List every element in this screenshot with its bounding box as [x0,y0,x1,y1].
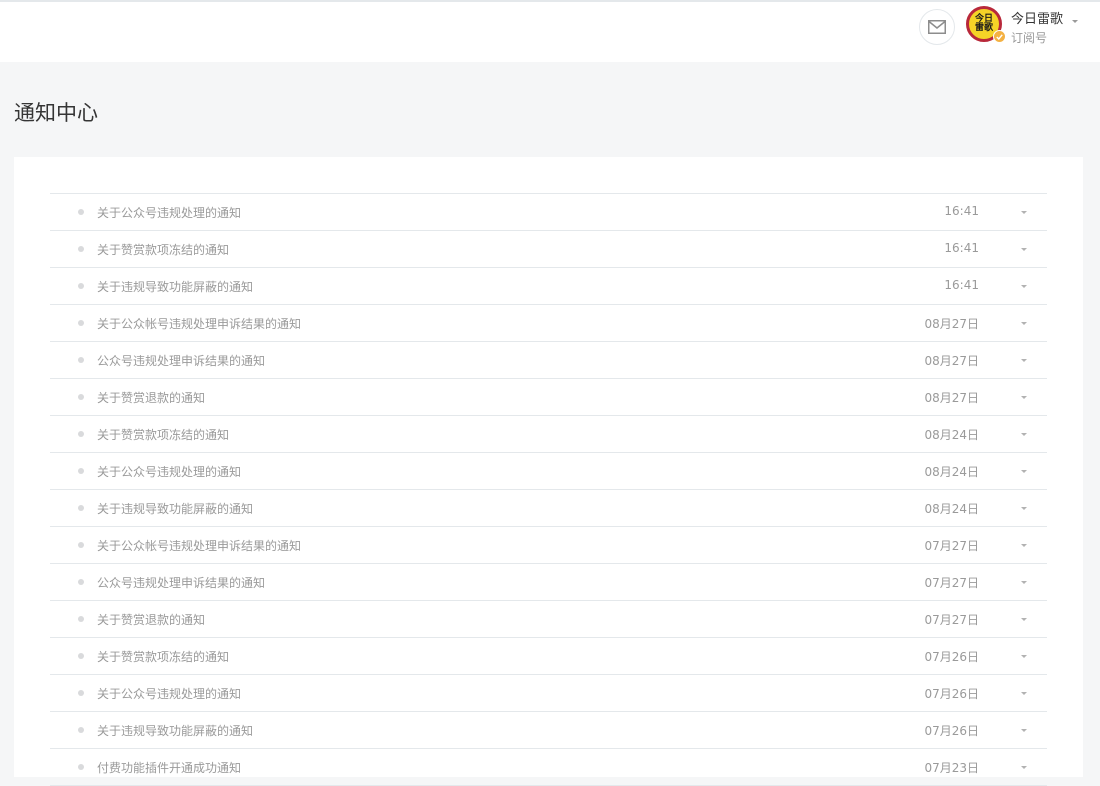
chevron-down-icon[interactable] [1021,285,1027,288]
notification-title[interactable]: 公众号违规处理申诉结果的通知 [97,352,265,369]
notification-title[interactable]: 关于违规导致功能屏蔽的通知 [97,722,253,739]
notification-title[interactable]: 公众号违规处理申诉结果的通知 [97,574,265,591]
notification-time: 07月27日 [924,576,979,590]
bullet-dot-icon [78,394,84,400]
chevron-down-icon[interactable] [1021,581,1027,584]
notification-time: 07月23日 [924,761,979,775]
notification-time: 08月27日 [924,354,979,368]
notification-row[interactable]: 关于赞赏款项冻结的通知 08月24日 [50,416,1047,453]
notification-row[interactable]: 关于公众帐号违规处理申诉结果的通知 08月27日 [50,305,1047,342]
notification-panel: 关于公众号违规处理的通知 16:41 关于赞赏款项冻结的通知 16:41 关于违规导致功… [14,157,1083,786]
notification-row[interactable]: 关于违规导致功能屏蔽的通知 16:41 [50,268,1047,305]
chevron-down-icon[interactable] [1021,470,1027,473]
notification-row[interactable]: 关于赞赏退款的通知 07月27日 [50,601,1047,638]
notification-row[interactable]: 关于公众号违规处理的通知 08月24日 [50,453,1047,490]
envelope-icon [928,20,946,34]
bullet-dot-icon [78,653,84,659]
notification-title[interactable]: 关于赞赏退款的通知 [97,389,205,406]
mail-button[interactable] [919,9,955,45]
notification-title[interactable]: 付费功能插件开通成功通知 [97,759,241,776]
notification-title[interactable]: 关于公众号违规处理的通知 [97,204,241,221]
notification-time: 08月24日 [924,502,979,516]
account-type: 订阅号 [1011,31,1048,45]
notification-time: 08月27日 [924,317,979,331]
chevron-down-icon[interactable] [1021,692,1027,695]
notification-row[interactable]: 关于赞赏退款的通知 08月27日 [50,379,1047,416]
chevron-down-icon[interactable] [1021,618,1027,621]
notification-time: 16:41 [944,241,979,255]
chevron-down-icon[interactable] [1021,396,1027,399]
bullet-dot-icon [78,579,84,585]
chevron-down-icon[interactable] [1021,433,1027,436]
top-bar: 今日雷歌 今日雷歌 订阅号 [0,0,1100,62]
notification-row[interactable]: 关于公众号违规处理的通知 16:41 [50,194,1047,231]
check-badge-icon [993,30,1006,43]
chevron-down-icon[interactable] [1021,544,1027,547]
notification-time: 07月26日 [924,724,979,738]
notification-row[interactable]: 关于赞赏款项冻结的通知 16:41 [50,231,1047,268]
notification-title[interactable]: 关于公众帐号违规处理申诉结果的通知 [97,315,301,332]
notification-row[interactable]: 关于赞赏款项冻结的通知 07月26日 [50,638,1047,675]
notification-title[interactable]: 关于赞赏款项冻结的通知 [97,426,229,443]
notification-time: 07月27日 [924,613,979,627]
notification-time: 08月24日 [924,428,979,442]
notification-time: 08月24日 [924,465,979,479]
avatar-logo-text: 今日雷歌 [974,14,993,33]
notification-row[interactable]: 付费功能插件开通成功通知 07月23日 [50,749,1047,786]
chevron-down-icon[interactable] [1021,359,1027,362]
bullet-dot-icon [78,727,84,733]
chevron-down-icon[interactable] [1021,507,1027,510]
notification-row[interactable]: 公众号违规处理申诉结果的通知 07月27日 [50,564,1047,601]
notification-title[interactable]: 关于违规导致功能屏蔽的通知 [97,278,253,295]
bullet-dot-icon [78,505,84,511]
bullet-dot-icon [78,431,84,437]
notification-time: 07月26日 [924,687,979,701]
notification-title[interactable]: 关于公众帐号违规处理申诉结果的通知 [97,537,301,554]
notification-title[interactable]: 关于违规导致功能屏蔽的通知 [97,500,253,517]
bullet-dot-icon [78,690,84,696]
notification-list: 关于公众号违规处理的通知 16:41 关于赞赏款项冻结的通知 16:41 关于违规导致功… [50,193,1047,786]
chevron-down-icon[interactable] [1021,322,1027,325]
account-name[interactable]: 今日雷歌 [1011,8,1063,27]
bullet-dot-icon [78,764,84,770]
notification-time: 08月27日 [924,391,979,405]
chevron-down-icon[interactable] [1021,729,1027,732]
notification-time: 07月26日 [924,650,979,664]
bullet-dot-icon [78,320,84,326]
bullet-dot-icon [78,616,84,622]
bullet-dot-icon [78,357,84,363]
notification-time: 16:41 [944,204,979,218]
notification-row[interactable]: 关于违规导致功能屏蔽的通知 08月24日 [50,490,1047,527]
notification-row[interactable]: 公众号违规处理申诉结果的通知 08月27日 [50,342,1047,379]
notification-title[interactable]: 关于公众号违规处理的通知 [97,463,241,480]
bullet-dot-icon [78,246,84,252]
chevron-down-icon[interactable] [1072,20,1078,23]
notification-time: 16:41 [944,278,979,292]
bullet-dot-icon [78,283,84,289]
bullet-dot-icon [78,209,84,215]
notification-row[interactable]: 关于公众帐号违规处理申诉结果的通知 07月27日 [50,527,1047,564]
notification-title[interactable]: 关于赞赏款项冻结的通知 [97,241,229,258]
chevron-down-icon[interactable] [1021,248,1027,251]
chevron-down-icon[interactable] [1021,211,1027,214]
notification-title[interactable]: 关于赞赏款项冻结的通知 [97,648,229,665]
notification-row[interactable]: 关于违规导致功能屏蔽的通知 07月26日 [50,712,1047,749]
notification-time: 07月27日 [924,539,979,553]
notification-row[interactable]: 关于公众号违规处理的通知 07月26日 [50,675,1047,712]
bullet-dot-icon [78,468,84,474]
chevron-down-icon[interactable] [1021,655,1027,658]
notification-title[interactable]: 关于公众号违规处理的通知 [97,685,241,702]
page-title: 通知中心 [14,101,98,125]
notification-title[interactable]: 关于赞赏退款的通知 [97,611,205,628]
bullet-dot-icon [78,542,84,548]
